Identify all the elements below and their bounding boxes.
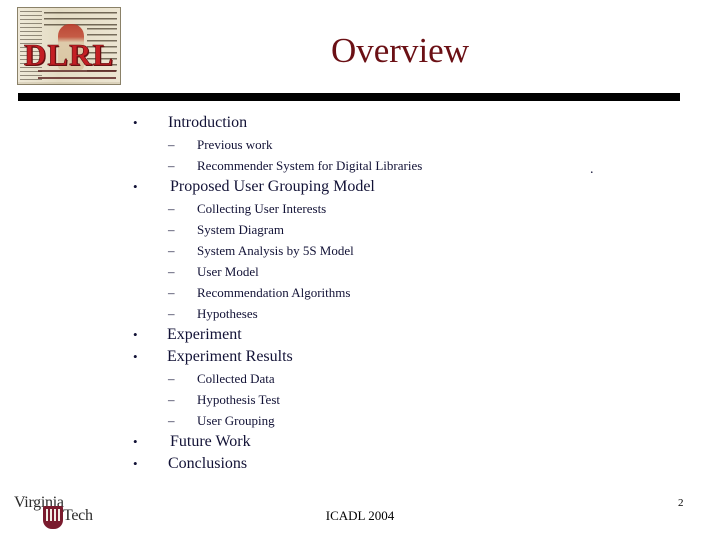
- dash-bullet-icon: –: [168, 306, 175, 321]
- list-item[interactable]: – System Diagram: [0, 219, 720, 240]
- list-item[interactable]: – Collected Data: [0, 368, 720, 389]
- page-title: Overview: [330, 31, 469, 70]
- list-item[interactable]: • Experiment: [0, 324, 720, 346]
- list-item[interactable]: – User Model: [0, 261, 720, 282]
- dash-bullet-icon: –: [168, 413, 175, 428]
- dash-bullet-icon: –: [168, 137, 175, 152]
- list-item-label: Recommendation Algorithms: [197, 285, 351, 300]
- dash-bullet-icon: –: [168, 158, 175, 173]
- bullet-icon: •: [133, 456, 138, 471]
- bullet-icon: •: [133, 349, 138, 364]
- dash-bullet-icon: –: [168, 371, 175, 386]
- dash-bullet-icon: –: [168, 201, 175, 216]
- bullet-icon: •: [133, 115, 138, 130]
- outline-list: • Introduction – Previous work – Recomme…: [0, 112, 720, 475]
- list-item[interactable]: – Recommendation Algorithms: [0, 282, 720, 303]
- dash-bullet-icon: –: [168, 264, 175, 279]
- list-item[interactable]: • Introduction: [0, 112, 720, 134]
- dlrl-manuscript-top-script: [44, 12, 117, 26]
- list-item-label: Hypothesis Test: [197, 392, 280, 407]
- bullet-icon: •: [133, 327, 138, 342]
- list-item-label: Introduction: [168, 114, 248, 131]
- list-item[interactable]: • Experiment Results: [0, 346, 720, 368]
- list-item[interactable]: • Proposed User Grouping Model: [0, 176, 720, 198]
- dlrl-wordmark: DLRL: [23, 37, 115, 72]
- dash-bullet-icon: –: [168, 285, 175, 300]
- list-item-label: System Diagram: [197, 222, 285, 237]
- list-item-label: System Analysis by 5S Model: [197, 243, 354, 258]
- dash-bullet-icon: –: [168, 243, 175, 258]
- list-item-label: Conclusions: [168, 455, 248, 472]
- list-item-label: Recommender System for Digital Libraries: [197, 158, 423, 173]
- list-item[interactable]: – Hypothesis Test: [0, 389, 720, 410]
- list-item-label: Future Work: [170, 433, 251, 450]
- dash-bullet-icon: –: [168, 392, 175, 407]
- list-item[interactable]: – Collecting User Interests: [0, 198, 720, 219]
- list-item-label: Experiment Results: [167, 348, 293, 365]
- list-item-label: User Grouping: [197, 413, 275, 428]
- list-item[interactable]: – Previous work: [0, 134, 720, 155]
- dash-bullet-icon: –: [168, 222, 175, 237]
- list-item[interactable]: – User Grouping: [0, 410, 720, 431]
- list-item[interactable]: • Conclusions: [0, 453, 720, 475]
- list-item-label: Hypotheses: [197, 306, 258, 321]
- list-item-label: Collected Data: [197, 371, 275, 386]
- list-item-label: Collecting User Interests: [197, 201, 327, 216]
- list-item[interactable]: – Hypotheses: [0, 303, 720, 324]
- bullet-icon: •: [133, 179, 138, 194]
- list-item[interactable]: • Future Work: [0, 431, 720, 453]
- bullet-icon: •: [133, 434, 138, 449]
- dlrl-logo: DLRL: [17, 7, 121, 85]
- title-divider: [18, 93, 680, 101]
- footer-conference-label: ICADL 2004: [325, 508, 395, 523]
- list-item-label: Experiment: [167, 326, 242, 343]
- list-item-label: Proposed User Grouping Model: [170, 178, 375, 195]
- list-item-label: User Model: [197, 264, 259, 279]
- list-item[interactable]: – Recommender System for Digital Librari…: [0, 155, 720, 176]
- list-item[interactable]: – System Analysis by 5S Model: [0, 240, 720, 261]
- list-item-label: Previous work: [197, 137, 273, 152]
- page-number: 2: [678, 497, 684, 509]
